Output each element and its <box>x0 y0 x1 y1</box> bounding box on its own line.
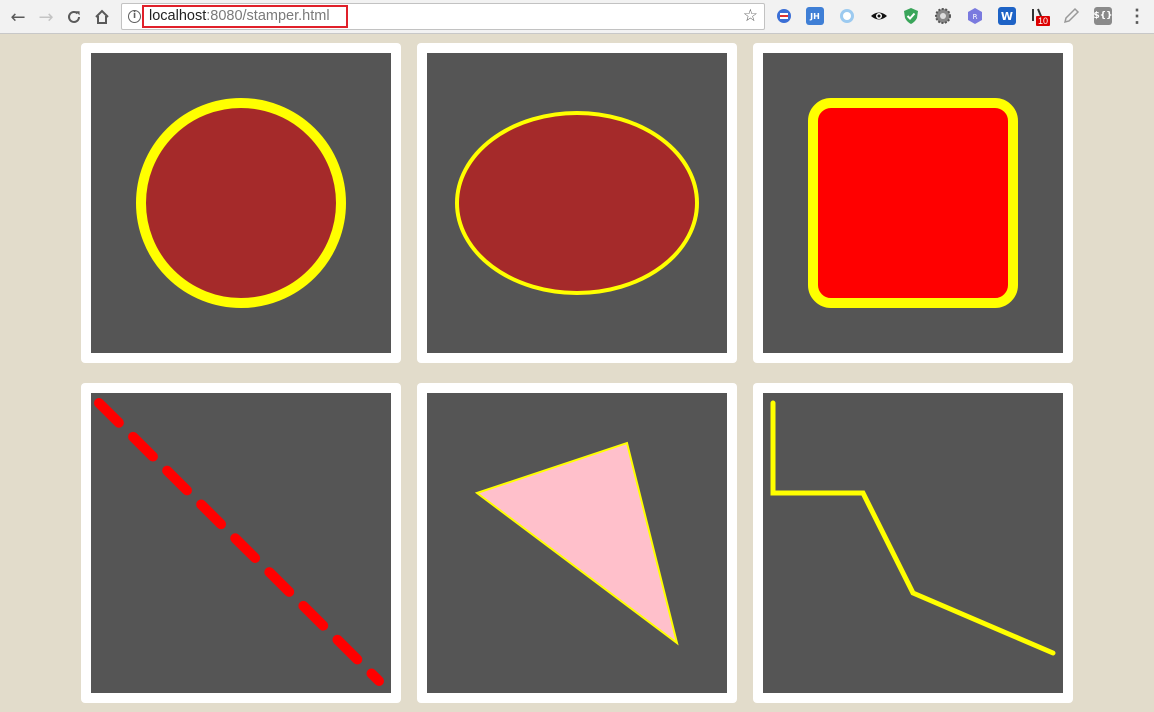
extension-w-icon[interactable]: W <box>998 7 1016 25</box>
polyline-shape <box>770 400 1056 656</box>
info-icon[interactable]: i <box>128 10 141 23</box>
circle-shape <box>136 98 346 308</box>
extension-slash-icon[interactable]: 10 <box>1030 7 1051 26</box>
triangle-shape <box>474 441 679 646</box>
url-host: localhost <box>149 8 207 24</box>
extension-hexagon-icon[interactable]: R <box>966 7 984 25</box>
url-path: :8080/stamper.html <box>206 8 330 24</box>
canvas-circle <box>91 53 391 353</box>
canvas-card-line <box>81 383 401 703</box>
extension-code-icon[interactable]: ${} <box>1093 7 1113 25</box>
canvas-ellipse <box>427 53 727 353</box>
dashed-line-shape <box>94 398 384 686</box>
extension-ring-icon[interactable] <box>838 7 856 25</box>
extension-flag-icon[interactable] <box>775 7 793 25</box>
extension-shield-icon[interactable] <box>902 7 920 25</box>
home-icon[interactable] <box>90 5 114 29</box>
canvas-triangle <box>427 393 727 693</box>
reload-icon[interactable] <box>62 5 86 29</box>
forward-icon[interactable]: → <box>34 5 58 29</box>
canvas-card-rect <box>753 43 1073 363</box>
extension-pen-icon[interactable] <box>1062 7 1080 25</box>
canvas-card-ellipse <box>417 43 737 363</box>
canvas-dashed-line <box>91 393 391 693</box>
browser-toolbar: ← → i localhost:8080/stamper.html ☆ JH R… <box>0 0 1154 34</box>
canvas-card-triangle <box>417 383 737 703</box>
back-icon[interactable]: ← <box>6 5 30 29</box>
canvas-card-circle <box>81 43 401 363</box>
extension-eye-icon[interactable] <box>870 7 888 25</box>
address-bar[interactable]: i localhost:8080/stamper.html ☆ <box>121 3 765 30</box>
canvas-card-polyline <box>753 383 1073 703</box>
canvas-rounded-rect <box>763 53 1063 353</box>
url-highlight[interactable]: localhost:8080/stamper.html <box>142 5 348 28</box>
bookmark-star-icon[interactable]: ☆ <box>743 6 758 26</box>
browser-menu-icon[interactable]: ⋮ <box>1128 7 1146 27</box>
svg-text:R: R <box>973 13 978 21</box>
extension-gear-icon[interactable] <box>934 7 952 25</box>
extension-jh-icon[interactable]: JH <box>806 7 824 25</box>
rounded-rect-shape <box>808 98 1018 308</box>
extension-badge: 10 <box>1036 16 1051 26</box>
ellipse-shape <box>455 111 699 295</box>
canvas-polyline <box>763 393 1063 693</box>
